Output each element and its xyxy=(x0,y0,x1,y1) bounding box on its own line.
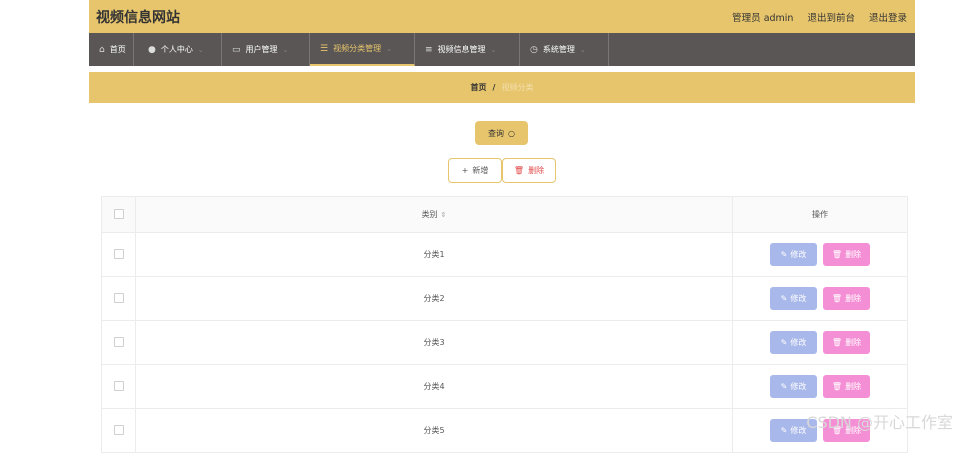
delete-label: 删除 xyxy=(845,338,862,347)
query-label: 查询 xyxy=(488,128,504,138)
list-icon: ≡ xyxy=(425,44,433,55)
delete-label: 删除 xyxy=(845,294,862,303)
sort-icon[interactable]: ⇕ xyxy=(441,211,447,219)
edit-button[interactable]: ✎ 修改 xyxy=(770,287,817,310)
chevron-down-icon: ⌄ xyxy=(579,45,586,54)
clock-icon: ◷ xyxy=(530,44,538,55)
delete-label: 删除 xyxy=(528,166,545,175)
trash-icon: 🗑 xyxy=(831,338,843,347)
edit-label: 修改 xyxy=(790,294,807,303)
edit-label: 修改 xyxy=(790,338,807,347)
site-title: 视频信息网站 xyxy=(96,10,180,26)
nav-item-system[interactable]: ◷ 系统管理 ⌄ xyxy=(520,33,609,66)
add-button[interactable]: + 新增 xyxy=(448,158,502,183)
row-checkbox[interactable] xyxy=(113,424,124,435)
top-header: 视频信息网站 管理员 admin 退出到前台 退出登录 xyxy=(89,0,915,33)
row-checkbox[interactable] xyxy=(113,336,124,347)
admin-user-label: 管理员 admin xyxy=(732,13,794,24)
trash-icon: 🗑 xyxy=(831,294,843,303)
delete-label: 删除 xyxy=(845,250,862,259)
main-nav: ⌂ 首页 ● 个人中心 ⌄ ▭ 用户管理 ⌄ ☰ 视频分类管理 ⌄ ≡ 视频信息… xyxy=(89,33,915,66)
delete-button[interactable]: 🗑 删除 xyxy=(823,331,870,354)
select-all-cell xyxy=(101,196,136,233)
category-header[interactable]: 类别 ⇕ xyxy=(135,196,733,233)
delete-button[interactable]: 🗑 删除 xyxy=(823,375,870,398)
chevron-down-icon: ⌄ xyxy=(490,45,497,54)
nav-item-home[interactable]: ⌂ 首页 xyxy=(89,33,134,66)
watermark: CSDN @开心工作室 xyxy=(806,413,953,432)
sliders-icon: ☰ xyxy=(320,43,329,54)
category-cell: 分类3 xyxy=(135,320,733,365)
trash-icon: 🗑 xyxy=(831,382,843,391)
edit-label: 修改 xyxy=(790,426,807,435)
operation-header: 操作 xyxy=(732,196,908,233)
table-header-row: 类别 ⇕ 操作 xyxy=(101,196,908,233)
nav-item-label: 首页 xyxy=(109,45,126,54)
nav-item-label: 用户管理 xyxy=(245,45,278,54)
chevron-down-icon: ⌄ xyxy=(386,44,392,53)
edit-icon: ✎ xyxy=(780,294,788,303)
nav-item-label: 视频信息管理 xyxy=(437,45,486,54)
category-header-label: 类别 xyxy=(421,210,438,219)
trash-icon: 🗑 xyxy=(513,166,525,175)
category-table: 类别 ⇕ 操作 分类1 ✎ 修改 🗑 删除 分类2 ✎ 修改 🗑 删除 分类3 ✎ 修改 xyxy=(101,196,908,453)
edit-icon: ✎ xyxy=(780,382,788,391)
plus-icon: + xyxy=(461,166,469,175)
home-icon: ⌂ xyxy=(99,44,105,55)
query-button[interactable]: 查询 ○ xyxy=(475,121,528,145)
edit-button[interactable]: ✎ 修改 xyxy=(770,331,817,354)
category-cell: 分类2 xyxy=(135,276,733,321)
front-page-link[interactable]: 退出到前台 xyxy=(807,10,855,24)
select-all-checkbox[interactable] xyxy=(113,208,124,219)
table-row: 分类1 ✎ 修改 🗑 删除 xyxy=(101,232,908,277)
breadcrumb-separator: / xyxy=(492,83,496,92)
category-cell: 分类1 xyxy=(135,232,733,277)
add-label: 新增 xyxy=(472,166,489,175)
table-row: 分类4 ✎ 修改 🗑 删除 xyxy=(101,364,908,409)
id-card-icon: ▭ xyxy=(232,44,241,55)
chevron-down-icon: ⌄ xyxy=(197,45,204,54)
table-row: 分类3 ✎ 修改 🗑 删除 xyxy=(101,320,908,365)
table-row: 分类2 ✎ 修改 🗑 删除 xyxy=(101,276,908,321)
row-checkbox[interactable] xyxy=(113,380,124,391)
edit-icon: ✎ xyxy=(780,250,788,259)
breadcrumb-current: 视频分类 xyxy=(501,83,534,92)
category-cell: 分类5 xyxy=(135,408,733,453)
edit-label: 修改 xyxy=(790,250,807,259)
row-checkbox[interactable] xyxy=(113,292,124,303)
edit-button[interactable]: ✎ 修改 xyxy=(770,243,817,266)
breadcrumb: 首页 / 视频分类 xyxy=(89,72,915,103)
nav-item-video-info[interactable]: ≡ 视频信息管理 ⌄ xyxy=(415,33,520,66)
nav-item-personal[interactable]: ● 个人中心 ⌄ xyxy=(134,33,222,66)
breadcrumb-home[interactable]: 首页 xyxy=(471,82,487,93)
edit-button[interactable]: ✎ 修改 xyxy=(770,375,817,398)
delete-button[interactable]: 🗑 删除 xyxy=(823,287,870,310)
nav-item-users[interactable]: ▭ 用户管理 ⌄ xyxy=(222,33,310,66)
edit-icon: ✎ xyxy=(780,338,788,347)
nav-item-label: 个人中心 xyxy=(160,45,193,54)
category-cell: 分类4 xyxy=(135,364,733,409)
trash-icon: 🗑 xyxy=(831,250,843,259)
batch-delete-button[interactable]: 🗑 删除 xyxy=(502,158,556,183)
delete-button[interactable]: 🗑 删除 xyxy=(823,243,870,266)
edit-label: 修改 xyxy=(790,382,807,391)
table-row: 分类5 ✎ 修改 🗑 删除 xyxy=(101,408,908,453)
nav-item-label: 视频分类管理 xyxy=(333,44,382,53)
top-links: 管理员 admin 退出到前台 退出登录 xyxy=(732,10,907,24)
delete-label: 删除 xyxy=(845,382,862,391)
edit-icon: ✎ xyxy=(780,426,788,435)
search-icon: ○ xyxy=(508,128,515,138)
chevron-down-icon: ⌄ xyxy=(282,45,289,54)
logout-link[interactable]: 退出登录 xyxy=(869,10,907,24)
nav-item-video-category[interactable]: ☰ 视频分类管理 ⌄ xyxy=(310,33,415,66)
nav-item-label: 系统管理 xyxy=(542,45,575,54)
row-checkbox[interactable] xyxy=(113,248,124,259)
user-icon: ● xyxy=(148,44,156,55)
